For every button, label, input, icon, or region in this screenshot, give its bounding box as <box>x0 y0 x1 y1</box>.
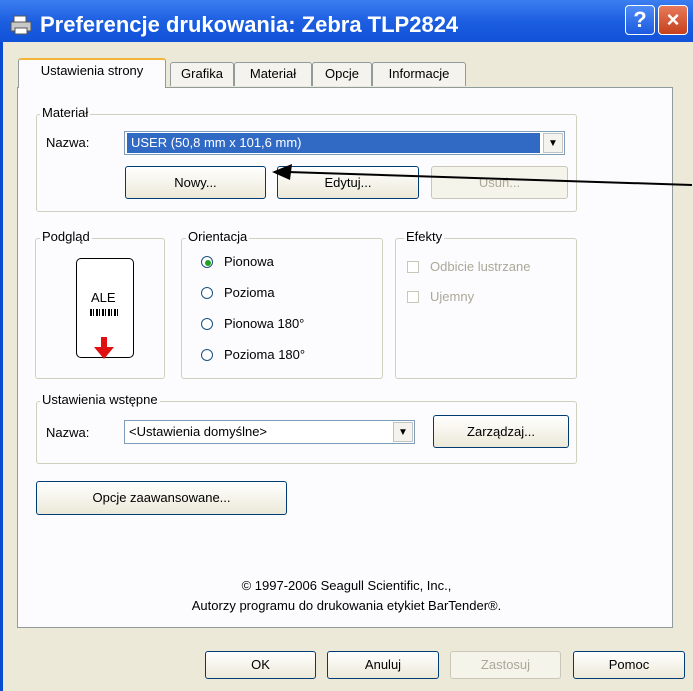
advanced-options-button[interactable]: Opcje zaawansowane... <box>36 481 287 515</box>
orientation-landscape-180-label[interactable]: Pozioma 180° <box>224 347 305 362</box>
copyright-text: © 1997-2006 Seagull Scientific, Inc., Au… <box>0 576 693 616</box>
close-icon-button[interactable]: × <box>658 5 688 35</box>
copyright-line-1: © 1997-2006 Seagull Scientific, Inc., <box>241 578 452 593</box>
orientation-group-label: Orientacja <box>186 229 250 244</box>
tab-info[interactable]: Informacje <box>372 62 466 86</box>
negative-checkbox[interactable] <box>407 291 419 303</box>
orientation-landscape-radio[interactable] <box>201 287 213 299</box>
chevron-down-icon[interactable]: ▼ <box>393 422 413 442</box>
mirror-label: Odbicie lustrzane <box>430 259 531 274</box>
material-group-label: Materiał <box>40 105 91 120</box>
manage-presets-button[interactable]: Zarządzaj... <box>433 415 569 448</box>
help-icon-button[interactable]: ? <box>625 5 655 35</box>
effects-group-label: Efekty <box>404 229 445 244</box>
tab-material[interactable]: Materiał <box>234 62 312 86</box>
new-material-button[interactable]: Nowy... <box>125 166 266 199</box>
negative-label: Ujemny <box>430 289 475 304</box>
ok-button[interactable]: OK <box>205 651 316 679</box>
material-selected-value: USER (50,8 mm x 101,6 mm) <box>127 133 540 153</box>
barcode-icon <box>90 309 119 316</box>
help-button[interactable]: Pomoc <box>573 651 685 679</box>
presets-selected-value: <Ustawienia domyślne> <box>129 424 268 439</box>
apply-button[interactable]: Zastosuj <box>450 651 561 679</box>
preview-sample-text: ALE <box>91 290 116 305</box>
chevron-down-icon[interactable]: ▼ <box>543 133 563 153</box>
printer-icon <box>10 15 32 35</box>
orientation-portrait-180-label[interactable]: Pionowa 180° <box>224 316 304 331</box>
preview-group-label: Podgląd <box>40 229 92 244</box>
material-name-select[interactable]: USER (50,8 mm x 101,6 mm) ▼ <box>124 131 565 155</box>
material-name-label: Nazwa: <box>46 135 90 150</box>
tab-options[interactable]: Opcje <box>312 62 372 86</box>
tab-page-setup[interactable]: Ustawienia strony <box>18 58 166 88</box>
delete-material-button[interactable]: Usuń... <box>431 166 568 199</box>
presets-name-label: Nazwa: <box>46 425 90 440</box>
tab-graphics[interactable]: Grafika <box>170 62 234 86</box>
orientation-portrait-180-radio[interactable] <box>201 318 213 330</box>
cancel-button[interactable]: Anuluj <box>327 651 439 679</box>
presets-group-label: Ustawienia wstępne <box>40 392 160 407</box>
orientation-portrait-radio[interactable] <box>201 256 213 268</box>
feed-direction-arrow-icon <box>94 337 114 359</box>
orientation-portrait-label[interactable]: Pionowa <box>224 254 274 269</box>
orientation-landscape-180-radio[interactable] <box>201 349 213 361</box>
mirror-checkbox[interactable] <box>407 261 419 273</box>
orientation-landscape-label[interactable]: Pozioma <box>224 285 275 300</box>
edit-material-button[interactable]: Edytuj... <box>277 166 419 199</box>
window-title: Preferencje drukowania: Zebra TLP2824 <box>40 12 459 37</box>
presets-select[interactable]: <Ustawienia domyślne> ▼ <box>124 420 415 444</box>
copyright-line-2: Autorzy programu do drukowania etykiet B… <box>191 598 502 613</box>
